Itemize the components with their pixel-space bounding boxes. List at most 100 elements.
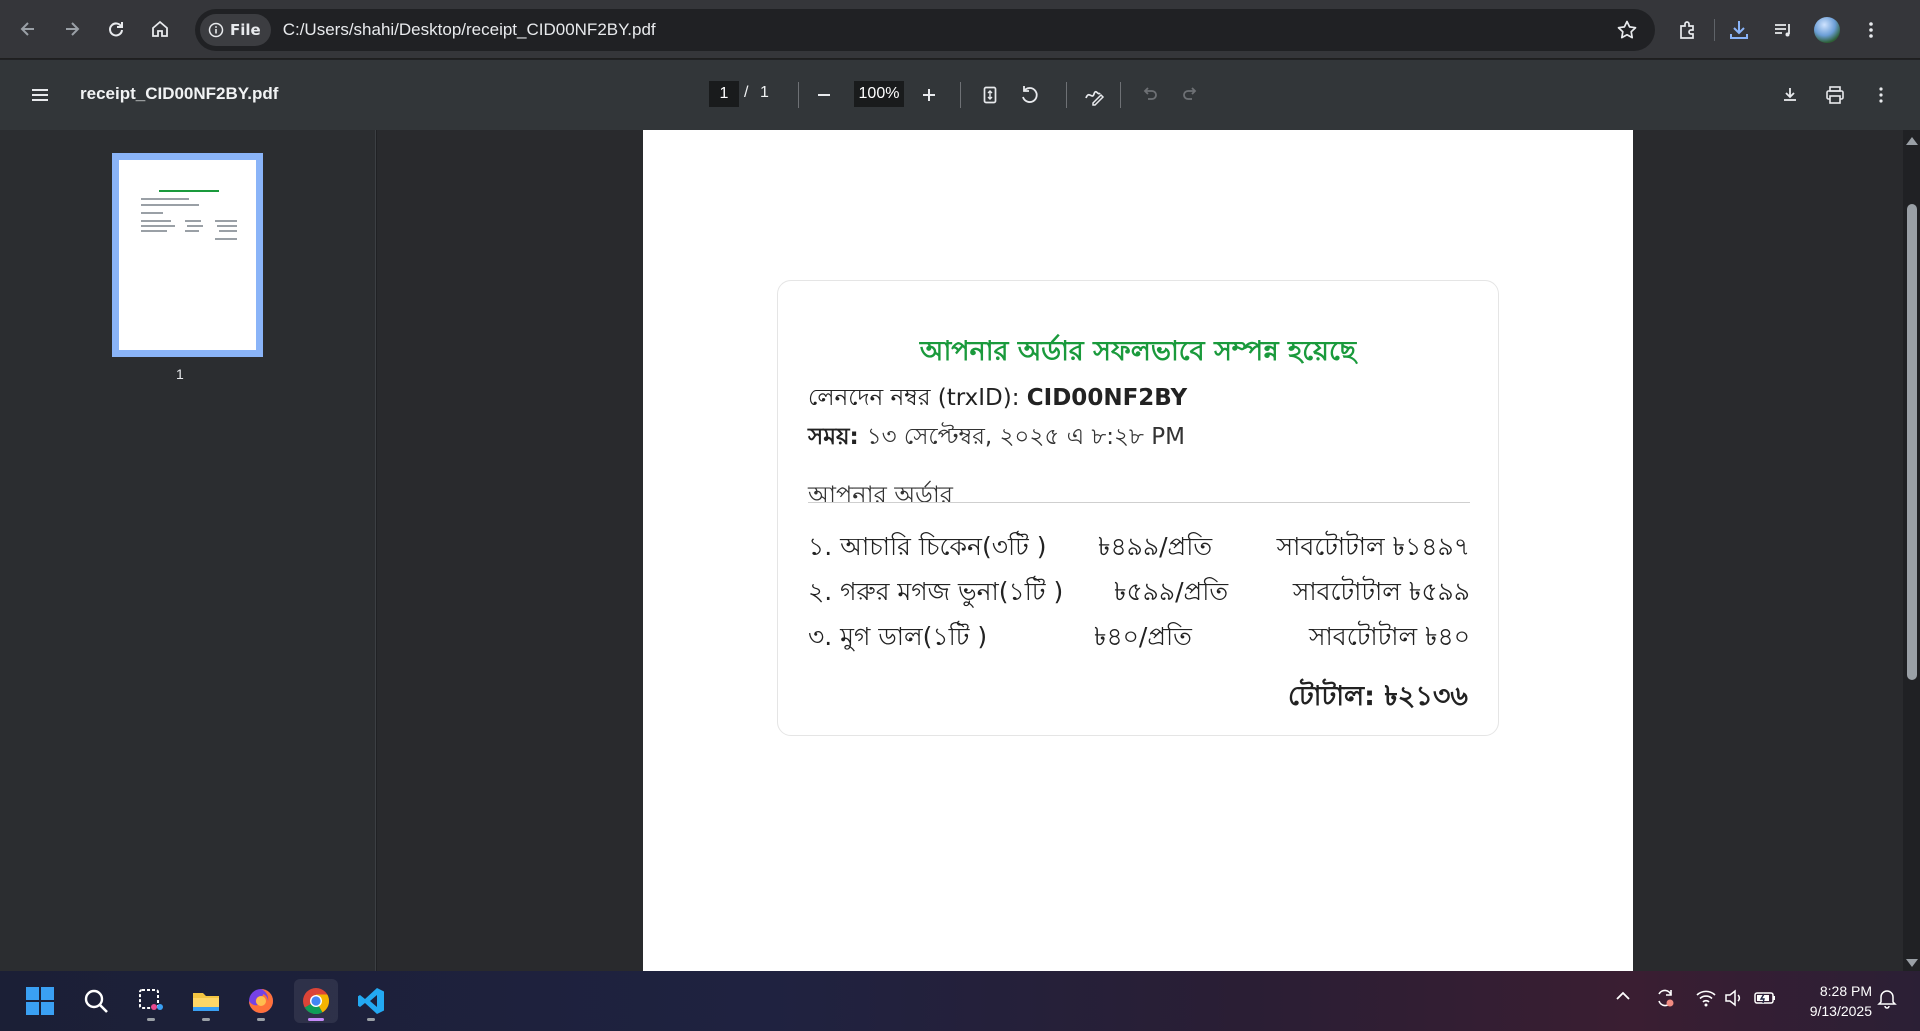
kebab-menu-icon (1869, 22, 1873, 38)
address-bar[interactable]: File C:/Users/shahi/Desktop/receipt_CID0… (195, 9, 1655, 51)
bookmark-star-button[interactable] (1615, 18, 1639, 42)
page-number-input[interactable]: 1 (709, 81, 739, 107)
wifi-status-button[interactable] (1695, 987, 1717, 1009)
media-control-button[interactable] (1765, 12, 1801, 48)
snipping-tool-icon (139, 989, 163, 1010)
order-item-row: ২. গরুর মগজ ভুনা(১টি ) ৳৫৯৯/প্রতি সাবটোট… (808, 572, 1470, 610)
back-button[interactable] (10, 11, 46, 47)
order-heading: আপনার অর্ডার (808, 481, 954, 509)
clock-time: 8:28 PM (1819, 983, 1872, 999)
undo-icon (1143, 87, 1157, 100)
scrollbar-thumb[interactable] (1907, 204, 1917, 680)
chevron-up-icon (1616, 991, 1630, 1000)
toolbar-divider (960, 82, 961, 108)
sidebar-toggle-button[interactable] (28, 83, 52, 107)
firefox-app[interactable] (239, 979, 283, 1023)
transaction-id-line: লেনদেন নম্বর (trxID): CID00NF2BY (808, 379, 1187, 418)
download-icon (1730, 21, 1748, 39)
rotate-icon (1022, 86, 1038, 103)
extensions-button[interactable] (1670, 12, 1706, 48)
notification-bell-icon (1877, 990, 1897, 1009)
search-icon (84, 989, 108, 1013)
home-button[interactable] (142, 11, 178, 47)
order-divider (808, 502, 1470, 503)
playlist-icon (1775, 24, 1790, 37)
toolbar-separator (1714, 19, 1715, 41)
browser-toolbar: File C:/Users/shahi/Desktop/receipt_CID0… (0, 0, 1920, 59)
page-thumbnail[interactable] (112, 153, 263, 357)
vscode-app[interactable] (349, 979, 393, 1023)
speaker-icon (1725, 989, 1741, 1007)
sync-status-button[interactable] (1654, 987, 1676, 1009)
sync-icon (1658, 989, 1674, 1007)
thumbnail-sidebar: 1 (0, 130, 376, 971)
order-total: টোটাল: ৳২১৩৬ (1288, 681, 1468, 712)
toolbar-divider (798, 82, 799, 108)
hamburger-menu-icon (32, 89, 48, 101)
puzzle-icon (1680, 21, 1694, 39)
forward-arrow-icon (66, 22, 80, 36)
item-subtotal: সাবটোটাল ৳৪০ (1309, 622, 1470, 651)
notifications-button[interactable] (1876, 987, 1898, 1009)
document-title: receipt_CID00NF2BY.pdf (80, 84, 279, 103)
site-info-chip[interactable]: File (200, 14, 271, 46)
back-arrow-icon (20, 22, 34, 36)
app-active-indicator (308, 1018, 324, 1021)
show-hidden-icons-button[interactable] (1614, 987, 1632, 1005)
reload-button[interactable] (98, 11, 134, 47)
volume-button[interactable] (1723, 987, 1745, 1009)
scroll-up-arrow-icon[interactable] (1905, 135, 1919, 147)
toolbar-divider (1120, 82, 1121, 108)
zoom-level-input[interactable]: 100% (854, 81, 904, 107)
zoom-out-button[interactable] (809, 80, 839, 110)
rotate-button[interactable] (1015, 80, 1045, 110)
annotate-button[interactable] (1079, 80, 1109, 110)
wifi-icon (1696, 990, 1716, 1007)
snipping-tool-app[interactable] (129, 979, 173, 1023)
avatar (1814, 17, 1840, 43)
fit-to-page-button[interactable] (975, 80, 1005, 110)
redo-button[interactable] (1175, 80, 1205, 110)
fit-page-icon (983, 86, 997, 104)
app-running-indicator (147, 1018, 155, 1021)
browser-menu-button[interactable] (1853, 12, 1889, 48)
scroll-down-arrow-icon[interactable] (1905, 957, 1919, 969)
vscode-icon (358, 988, 384, 1014)
system-clock[interactable]: 8:28 PM 9/13/2025 (1782, 981, 1872, 1021)
time-label: সময়: (808, 424, 867, 450)
url-text[interactable]: C:/Users/shahi/Desktop/receipt_CID00NF2B… (283, 20, 656, 40)
app-running-indicator (202, 1018, 210, 1021)
item-subtotal: সাবটোটাল ৳১৪৯৭ (1276, 532, 1470, 561)
page-total: 1 (760, 84, 769, 101)
minus-icon (818, 94, 830, 96)
windows-logo-icon (26, 987, 54, 1015)
time-value: ১৩ সেপ্টেম্বর, ২০২৫ এ ৮:২৮ PM (866, 424, 1185, 450)
pdf-viewer: আপনার অর্ডার সফলভাবে সম্পন্ন হয়েছে লেনদ… (377, 130, 1920, 971)
item-name: ২. গরুর মগজ ভুনা(১টি ) (808, 577, 1064, 606)
pdf-more-button[interactable] (1866, 80, 1896, 110)
start-button[interactable] (18, 979, 62, 1023)
order-item-row: ১. আচারি চিকেন(৩টি ) ৳৪৯৯/প্রতি সাবটোটাল… (808, 527, 1470, 565)
zoom-in-button[interactable] (914, 80, 944, 110)
trx-label: লেনদেন নম্বর (trxID): (808, 385, 1027, 411)
download-pdf-button[interactable] (1775, 80, 1805, 110)
kebab-menu-icon (1879, 87, 1883, 103)
file-explorer-app[interactable] (184, 979, 228, 1023)
downloads-button[interactable] (1721, 12, 1757, 48)
thumbnail-page-number: 1 (176, 366, 184, 382)
profile-button[interactable] (1809, 12, 1845, 48)
undo-button[interactable] (1135, 80, 1165, 110)
page-separator: / (744, 84, 749, 101)
battery-button[interactable] (1753, 987, 1777, 1009)
forward-button[interactable] (54, 11, 90, 47)
print-button[interactable] (1820, 80, 1850, 110)
item-price: ৳৪০/প্রতি (1094, 622, 1192, 651)
printer-icon (1826, 86, 1844, 104)
chrome-app[interactable] (294, 979, 338, 1023)
search-button[interactable] (74, 979, 118, 1023)
thumbnail-page-preview (119, 160, 256, 350)
order-time-line: সময়: ১৩ সেপ্টেম্বর, ২০২৫ এ ৮:২৮ PM (808, 418, 1185, 457)
trx-id: CID00NF2BY (1026, 385, 1188, 411)
folder-icon (193, 993, 219, 1011)
chrome-icon (303, 988, 330, 1015)
